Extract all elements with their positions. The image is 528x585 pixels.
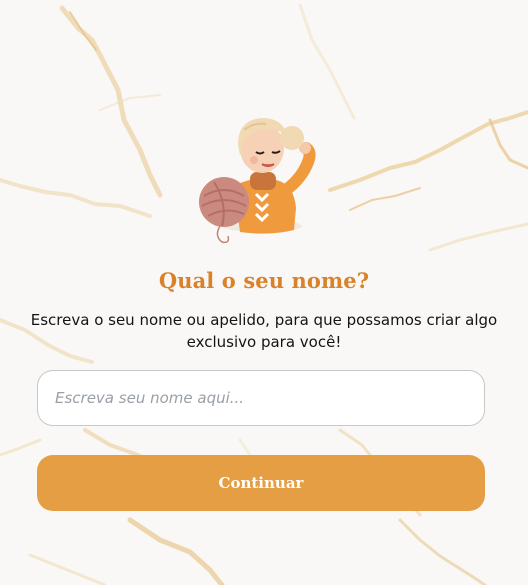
page-title: Qual o seu nome? xyxy=(158,268,370,293)
page-subtitle: Escreva o seu nome ou apelido, para que … xyxy=(30,311,498,351)
girl-with-yarn-illustration xyxy=(199,118,316,244)
name-step-screen: Qual o seu nome? Escreva o seu nome ou a… xyxy=(0,0,528,585)
name-input[interactable] xyxy=(37,370,485,426)
continue-button[interactable]: Continuar xyxy=(37,455,485,511)
